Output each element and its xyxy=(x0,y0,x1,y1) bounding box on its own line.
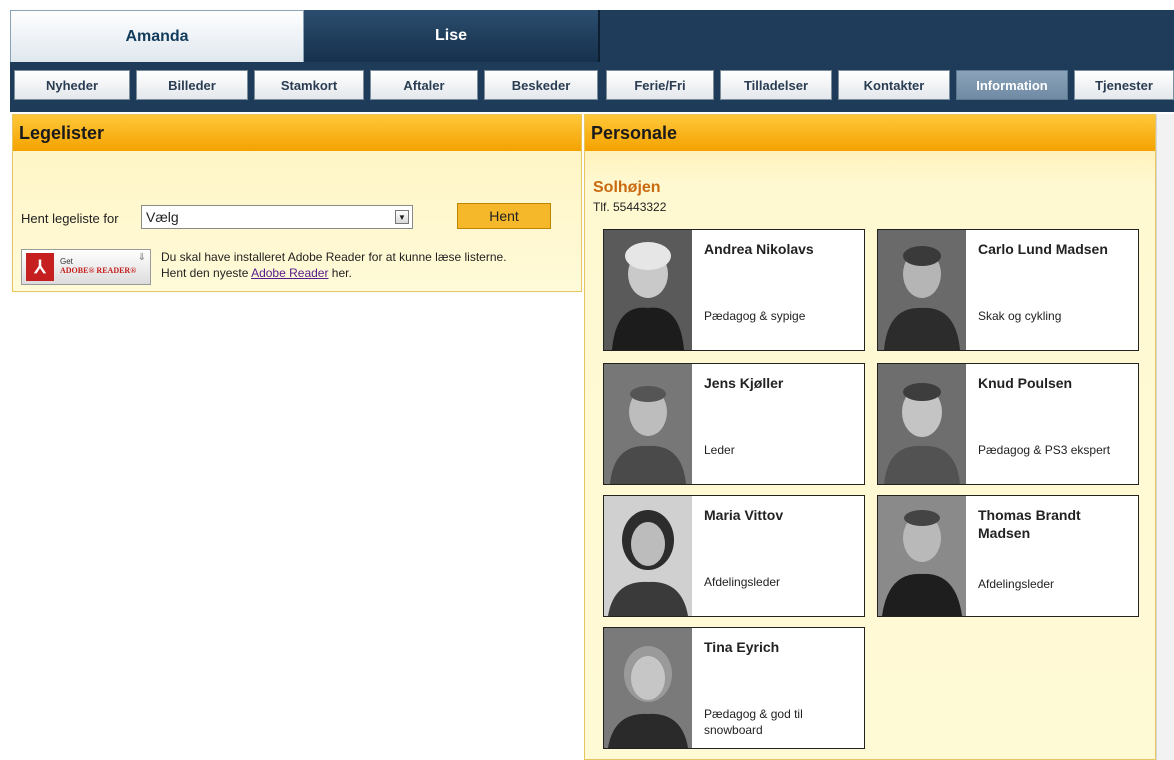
staff-photo xyxy=(878,230,966,350)
staff-photo xyxy=(878,364,966,484)
staff-name: Carlo Lund Madsen xyxy=(978,241,1108,257)
select-value: Vælg xyxy=(146,209,179,225)
fetch-label: Hent legeliste for xyxy=(21,211,119,226)
main-nav: Nyheder Billeder Stamkort Aftaler Besked… xyxy=(10,62,1174,112)
nav-item-nyheder[interactable]: Nyheder xyxy=(14,70,130,100)
staff-name: Tina Eyrich xyxy=(704,639,780,655)
notice-prefix: Hent den nyeste xyxy=(161,266,252,280)
nav-item-information[interactable]: Information xyxy=(956,70,1068,100)
staff-role: Leder xyxy=(704,443,735,457)
nav-item-kontakter[interactable]: Kontakter xyxy=(838,70,950,100)
staff-photo xyxy=(604,496,692,616)
tab-child-lise[interactable]: Lise xyxy=(304,10,600,62)
staff-name: Maria Vittov xyxy=(704,507,784,523)
tab-child-amanda[interactable]: Amanda xyxy=(10,10,304,62)
nav-item-ferie-fri[interactable]: Ferie/Fri xyxy=(606,70,714,100)
staff-role: Skak og cykling xyxy=(978,309,1062,323)
staff-photo xyxy=(604,628,692,748)
child-tabs: Amanda Lise xyxy=(10,10,1174,62)
staff-card: Andrea Nikolavs Pædagog & sypige xyxy=(603,229,865,351)
nav-item-billeder[interactable]: Billeder xyxy=(136,70,248,100)
get-adobe-reader-badge[interactable]: ⅄ Get ADOBE® READER® ⇓ xyxy=(21,249,151,285)
adobe-notice-line1: Du skal have installeret Adobe Reader fo… xyxy=(161,250,507,264)
staff-photo xyxy=(878,496,966,616)
staff-photo xyxy=(604,230,692,350)
nav-item-tjenester[interactable]: Tjenester xyxy=(1074,70,1174,100)
staff-name: Knud Poulsen xyxy=(978,375,1073,391)
staff-card: Carlo Lund Madsen Skak og cykling xyxy=(877,229,1139,351)
staff-name: Andrea Nikolavs xyxy=(704,241,814,257)
legelister-title: Legelister xyxy=(13,115,581,151)
child-select[interactable]: Vælg ▼ xyxy=(141,205,413,229)
adobe-reader-text: ADOBE® READER® xyxy=(60,266,137,275)
person-silhouette-icon xyxy=(604,496,692,616)
person-silhouette-icon xyxy=(878,230,966,350)
staff-card: Jens Kjøller Leder xyxy=(603,363,865,485)
chevron-down-icon[interactable]: ▼ xyxy=(395,210,409,224)
fetch-button[interactable]: Hent xyxy=(457,203,551,229)
staff-role: Pædagog & god til snowboard xyxy=(704,707,803,737)
staff-card: Tina Eyrich Pædagog & god til snowboard xyxy=(603,627,865,749)
staff-role: Pædagog & sypige xyxy=(704,309,806,323)
nav-item-beskeder[interactable]: Beskeder xyxy=(484,70,598,100)
personale-title: Personale xyxy=(585,115,1155,151)
staff-name: Jens Kjøller xyxy=(704,375,784,391)
person-silhouette-icon xyxy=(604,628,692,748)
staff-card: Knud Poulsen Pædagog & PS3 ekspert xyxy=(877,363,1139,485)
org-name: Solhøjen xyxy=(593,179,661,196)
person-silhouette-icon xyxy=(604,230,692,350)
person-silhouette-icon xyxy=(878,364,966,484)
adobe-pdf-icon: ⅄ xyxy=(26,253,54,281)
nav-item-stamkort[interactable]: Stamkort xyxy=(254,70,364,100)
nav-item-tilladelser[interactable]: Tilladelser xyxy=(720,70,832,100)
staff-card: Maria Vittov Afdelingsleder xyxy=(603,495,865,617)
adobe-reader-link[interactable]: Adobe Reader xyxy=(251,266,328,280)
person-silhouette-icon xyxy=(878,496,966,616)
staff-role: Afdelingsleder xyxy=(704,575,781,589)
staff-card: Thomas Brandt Madsen Afdelingsleder xyxy=(877,495,1139,617)
staff-role: Pædagog & PS3 ekspert xyxy=(978,443,1111,457)
legelister-panel: Legelister Hent legeliste for Vælg ▼ Hen… xyxy=(12,114,582,292)
notice-suffix: her. xyxy=(328,266,352,280)
adobe-get-text: Get xyxy=(60,257,73,266)
staff-role: Afdelingsleder xyxy=(978,577,1055,591)
person-silhouette-icon xyxy=(604,364,692,484)
page-scrollbar[interactable] xyxy=(1156,114,1174,760)
org-phone: Tlf. 55443322 xyxy=(593,200,667,214)
staff-name: Thomas Brandt Madsen xyxy=(978,507,1081,541)
adobe-notice: Du skal have installeret Adobe Reader fo… xyxy=(161,249,507,281)
nav-item-aftaler[interactable]: Aftaler xyxy=(370,70,478,100)
download-arrow-icon: ⇓ xyxy=(137,252,146,263)
staff-photo xyxy=(604,364,692,484)
personale-panel: Personale Solhøjen Tlf. 55443322 Andrea … xyxy=(584,114,1156,760)
adobe-notice-line2: Hent den nyeste Adobe Reader her. xyxy=(161,265,507,281)
